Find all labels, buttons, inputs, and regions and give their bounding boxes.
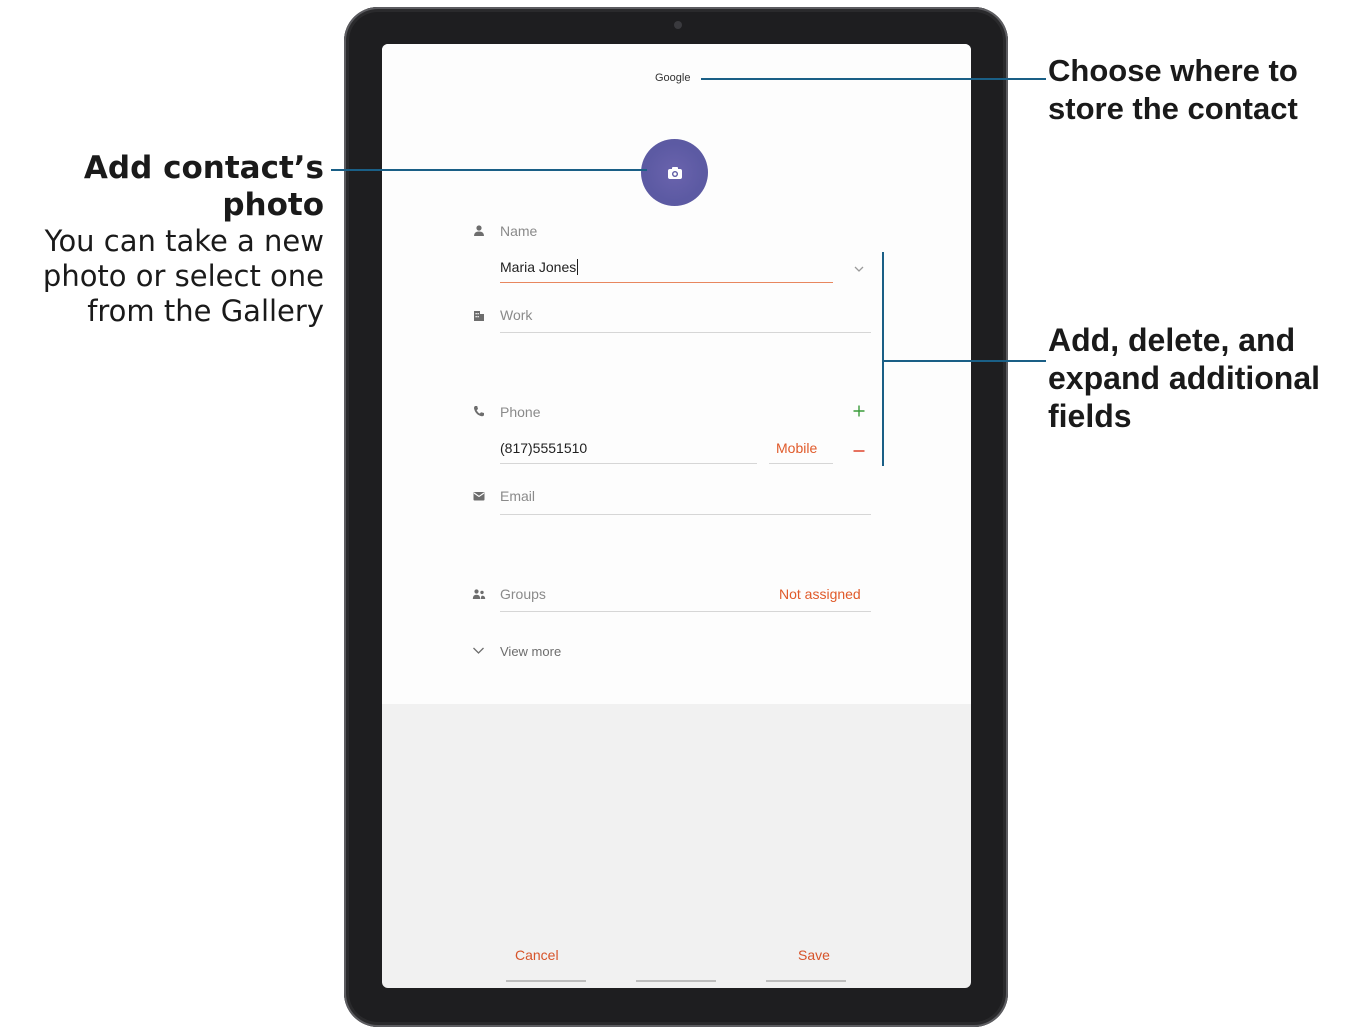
view-more-button[interactable]: View more xyxy=(500,644,561,659)
contact-editor-screen: Google Name Maria Jones Work Phone (817)… xyxy=(382,44,971,988)
phone-number-field[interactable]: (817)5551510 xyxy=(500,440,587,456)
callout-add-photo-line-2: photo or select one xyxy=(42,259,324,294)
leader-line-fields xyxy=(882,360,1046,362)
work-field[interactable]: Work xyxy=(500,307,532,323)
callout-store-line-2: store the contact xyxy=(1048,91,1298,127)
work-field-underline xyxy=(500,332,871,333)
camera-icon xyxy=(667,166,682,179)
add-photo-button[interactable] xyxy=(641,139,708,206)
groups-field-underline xyxy=(500,611,871,612)
leader-line-store xyxy=(701,78,1046,80)
email-field[interactable]: Email xyxy=(500,488,535,504)
callout-fields-line-2: expand additional xyxy=(1048,359,1321,396)
chevron-down-icon[interactable] xyxy=(853,265,865,273)
callout-add-photo-line-3: from the Gallery xyxy=(87,293,324,328)
chevron-down-icon xyxy=(473,647,484,654)
leader-line-photo xyxy=(331,169,647,171)
phone-icon xyxy=(473,406,484,417)
name-label: Name xyxy=(500,223,538,239)
callout-store-line-1: Choose where to xyxy=(1048,53,1298,88)
email-field-underline xyxy=(500,514,871,515)
group-icon xyxy=(472,589,486,599)
phone-label: Phone xyxy=(500,404,541,420)
name-field[interactable]: Maria Jones xyxy=(500,259,579,275)
leader-bracket-fields xyxy=(882,252,884,466)
groups-value[interactable]: Not assigned xyxy=(779,586,861,602)
groups-field[interactable]: Groups xyxy=(500,586,546,602)
nav-bar-segment-2 xyxy=(636,980,716,982)
callout-add-photo: Add contact’s photo You can take a new p… xyxy=(0,150,324,329)
cancel-button[interactable]: Cancel xyxy=(515,947,559,963)
callout-fields-line-1: Add, delete, and xyxy=(1048,322,1296,358)
minus-icon[interactable] xyxy=(852,444,866,458)
phone-type-dropdown[interactable]: Mobile xyxy=(776,440,817,456)
nav-bar-segment-3 xyxy=(766,980,846,982)
phone-type-underline xyxy=(769,463,833,464)
callout-add-photo-line-1: You can take a new xyxy=(44,224,324,259)
callout-store-contact: Choose where to store the contact xyxy=(1048,52,1328,128)
callout-add-photo-title: Add contact’s photo xyxy=(83,150,324,224)
text-cursor xyxy=(577,259,579,275)
nav-bar-segment-1 xyxy=(506,980,586,982)
save-button[interactable]: Save xyxy=(798,947,830,963)
person-icon xyxy=(474,225,484,236)
callout-fields-line-3: fields xyxy=(1048,397,1132,434)
plus-icon[interactable] xyxy=(852,404,866,418)
storage-account-selector[interactable]: Google xyxy=(655,72,690,84)
name-field-underline xyxy=(500,282,833,283)
building-icon xyxy=(474,311,484,321)
front-camera xyxy=(674,21,682,29)
callout-fields: Add, delete, and expand additional field… xyxy=(1048,322,1343,435)
name-value: Maria Jones xyxy=(500,259,577,275)
email-icon xyxy=(473,492,485,501)
phone-number-underline xyxy=(500,463,757,464)
